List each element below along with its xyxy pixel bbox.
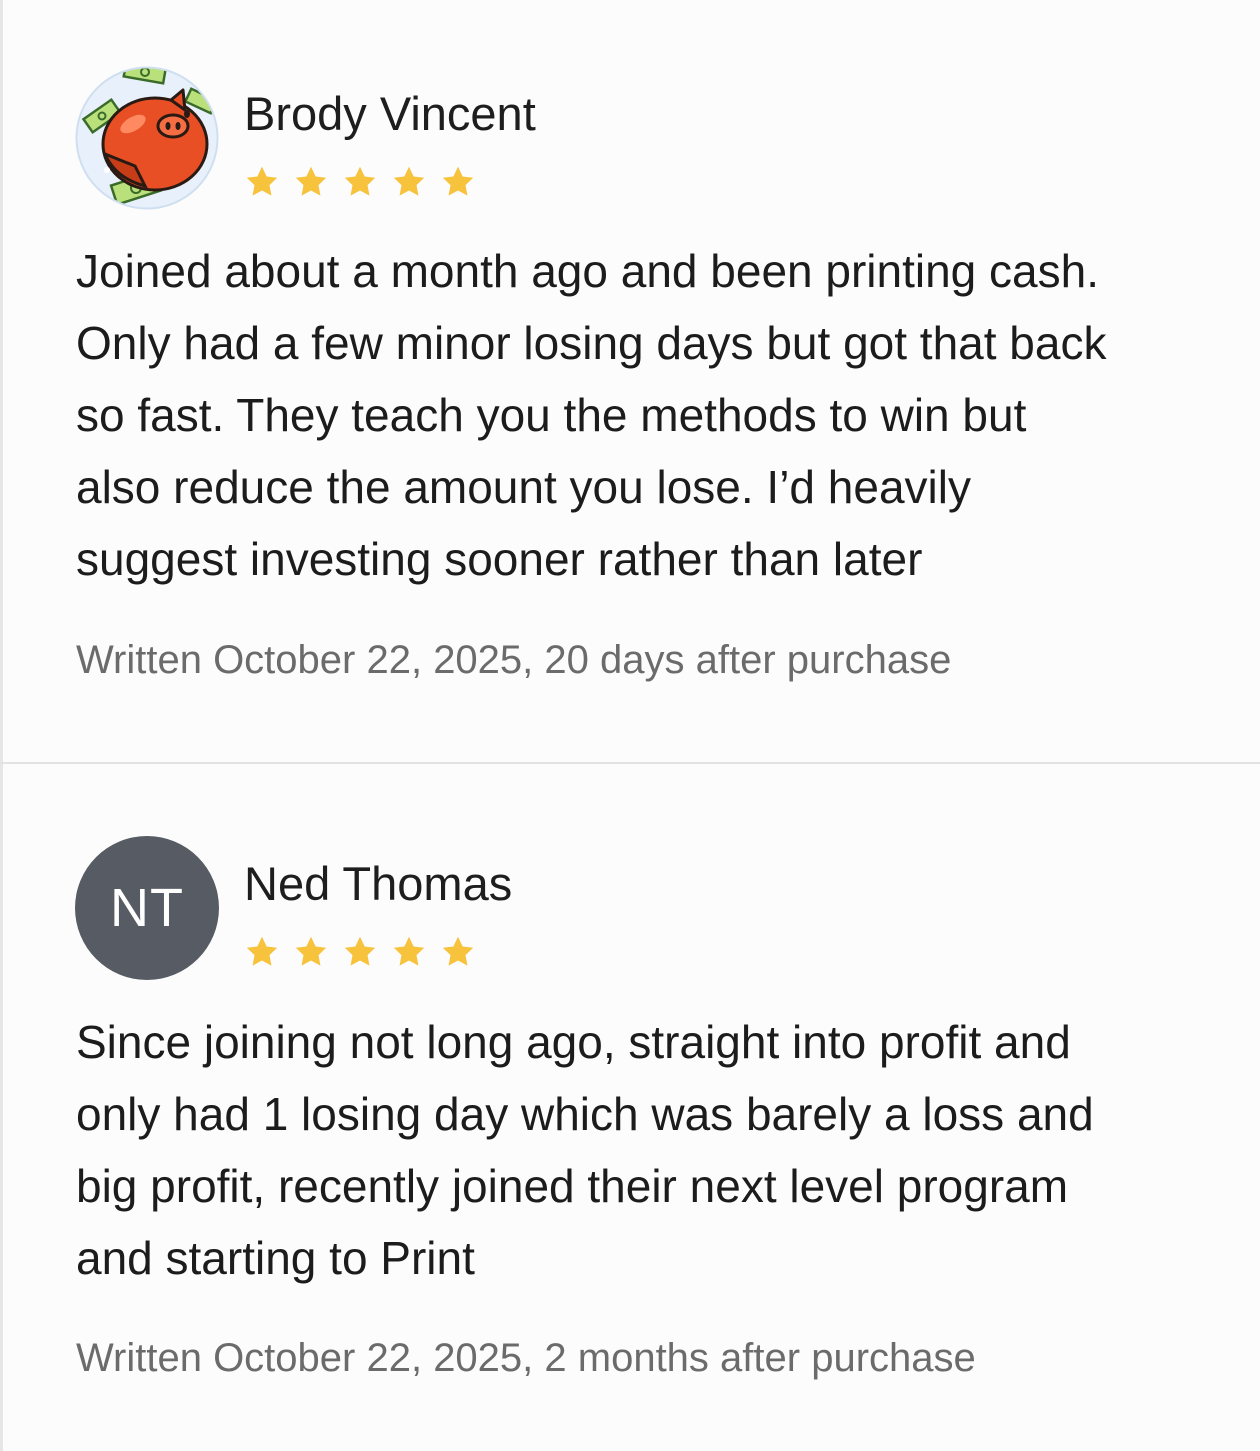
star-icon [295,166,327,196]
star-rating [244,934,476,970]
star-icon [442,936,474,966]
reviewer-name: Brody Vincent [244,87,536,140]
avatar-initials: NT [110,878,184,938]
star-icon [344,936,376,966]
review-card: Brody Vincent Joined about a month ago a… [0,0,1260,762]
reviewer-avatar: NT [75,836,219,980]
review-body: Since joining not long ago, straight int… [76,1006,1226,1294]
review-text-line: Only had a few minor losing days but got… [76,317,1107,369]
star-icon [393,936,425,966]
review-text-line: and starting to Print [76,1232,475,1284]
star-icon [246,936,278,966]
review-text-line: so fast. They teach you the methods to w… [76,389,1027,441]
review-body: Joined about a month ago and been printi… [76,235,1226,595]
review-card: NT Ned Thomas Since joining not long ago… [0,764,1260,1451]
star-icon [295,936,327,966]
piggy-bank-money-icon [75,66,219,210]
review-text-line: only had 1 losing day which was barely a… [76,1088,1094,1140]
review-text-line: also reduce the amount you lose. I’d hea… [76,461,971,513]
star-icon [442,166,474,196]
review-text-line: big profit, recently joined their next l… [76,1160,1069,1212]
review-text-line: Since joining not long ago, straight int… [76,1016,1071,1068]
review-text-line: suggest investing sooner rather than lat… [76,533,923,585]
star-icon [246,166,278,196]
reviewer-avatar [75,66,219,210]
reviewer-name: Ned Thomas [244,857,513,910]
review-text-line: Joined about a month ago and been printi… [76,245,1099,297]
review-date: Written October 22, 2025, 2 months after… [76,1336,976,1380]
star-icon [344,166,376,196]
star-icon [393,166,425,196]
star-rating [244,164,476,200]
review-date: Written October 22, 2025, 20 days after … [76,638,952,682]
